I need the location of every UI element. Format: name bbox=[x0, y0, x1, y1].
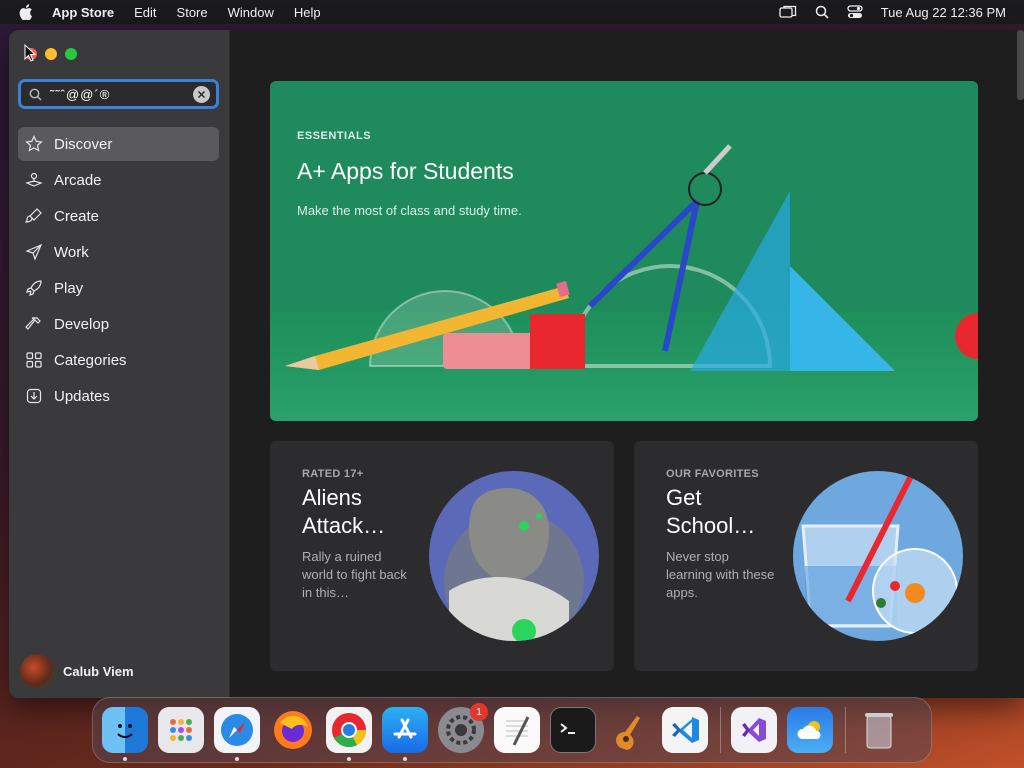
sidebar-item-categories[interactable]: Categories bbox=[18, 343, 219, 377]
joystick-icon bbox=[24, 170, 44, 190]
rocket-icon bbox=[24, 278, 44, 298]
sidebar-item-updates[interactable]: Updates bbox=[18, 379, 219, 413]
weather-icon[interactable] bbox=[787, 707, 833, 753]
dock: 1 bbox=[92, 697, 932, 763]
menu-clock[interactable]: Tue Aug 22 12:36 PM bbox=[881, 5, 1006, 20]
school-supplies-illustration bbox=[285, 144, 978, 371]
sidebar-item-label: Work bbox=[54, 243, 89, 261]
sidebar-item-develop[interactable]: Develop bbox=[18, 307, 219, 341]
finder-icon[interactable] bbox=[102, 707, 148, 761]
visual-studio-icon[interactable] bbox=[731, 707, 777, 753]
sidebar-item-create[interactable]: Create bbox=[18, 199, 219, 233]
close-icon bbox=[197, 90, 206, 98]
card-description: Rally a ruined world to fight back in th… bbox=[302, 549, 407, 600]
mouse-cursor-icon bbox=[24, 44, 36, 62]
search-field[interactable]: ˜˜ˆ@@´® bbox=[18, 79, 219, 109]
card-title: Aliens Attack… bbox=[302, 485, 386, 538]
notification-badge: 1 bbox=[470, 703, 488, 721]
sidebar: ˜˜ˆ@@´® Discover Arcade Create Work Play… bbox=[9, 30, 230, 698]
menu-store[interactable]: Store bbox=[177, 5, 208, 20]
apple-menu-icon[interactable] bbox=[18, 4, 34, 20]
spotlight-search-icon[interactable] bbox=[815, 5, 829, 19]
feature-card-school[interactable]: OUR FAVORITES Get School… Never stop lea… bbox=[634, 441, 978, 671]
hammer-icon bbox=[24, 314, 44, 334]
science-beaker-artwork bbox=[793, 471, 963, 641]
sidebar-item-label: Play bbox=[54, 279, 84, 297]
avatar bbox=[20, 654, 54, 688]
paintbrush-icon bbox=[24, 206, 44, 226]
grid-icon bbox=[24, 350, 44, 370]
menu-help[interactable]: Help bbox=[294, 5, 321, 20]
sidebar-item-label: Discover bbox=[54, 135, 113, 153]
sidebar-nav: Discover Arcade Create Work Play Develop bbox=[18, 127, 219, 415]
paperplane-icon bbox=[24, 242, 44, 262]
search-input[interactable]: ˜˜ˆ@@´® bbox=[50, 87, 193, 102]
system-settings-icon[interactable]: 1 bbox=[438, 703, 488, 753]
card-eyebrow: OUR FAVORITES bbox=[666, 468, 759, 480]
star-icon bbox=[24, 134, 44, 154]
running-indicator bbox=[235, 757, 239, 761]
aliens-game-artwork bbox=[429, 471, 599, 641]
menu-app-name[interactable]: App Store bbox=[52, 5, 114, 20]
safari-icon[interactable] bbox=[214, 707, 260, 761]
hero-eyebrow: ESSENTIALS bbox=[297, 130, 372, 142]
app-store-window: ˜˜ˆ@@´® Discover Arcade Create Work Play… bbox=[9, 30, 1024, 698]
menu-bar: App Store Edit Store Window Help Tue Aug… bbox=[0, 0, 1024, 24]
minimize-window-button[interactable] bbox=[45, 48, 57, 60]
zoom-window-button[interactable] bbox=[65, 48, 77, 60]
app-store-icon[interactable] bbox=[382, 707, 428, 761]
scrollbar[interactable] bbox=[1017, 30, 1024, 100]
sidebar-item-discover[interactable]: Discover bbox=[18, 127, 219, 161]
firefox-icon[interactable] bbox=[270, 707, 316, 753]
control-center-icon[interactable] bbox=[847, 5, 863, 19]
feature-card-aliens[interactable]: RATED 17+ Aliens Attack… Rally a ruined … bbox=[270, 441, 614, 671]
running-indicator bbox=[347, 757, 351, 761]
card-description: Never stop learning with these apps. bbox=[666, 549, 775, 600]
sidebar-item-label: Updates bbox=[54, 387, 110, 405]
sidebar-item-label: Arcade bbox=[54, 171, 102, 189]
dock-separator bbox=[720, 707, 721, 753]
hero-title: A+ Apps for Students bbox=[297, 158, 514, 184]
card-eyebrow: RATED 17+ bbox=[302, 468, 364, 480]
hero-banner[interactable]: ESSENTIALS A+ Apps for Students Make the… bbox=[270, 81, 978, 421]
sidebar-item-label: Create bbox=[54, 207, 100, 225]
menu-edit[interactable]: Edit bbox=[134, 5, 156, 20]
download-icon bbox=[24, 386, 44, 406]
running-indicator bbox=[123, 757, 127, 761]
sidebar-item-label: Categories bbox=[54, 351, 127, 369]
sidebar-item-play[interactable]: Play bbox=[18, 271, 219, 305]
dock-separator bbox=[845, 707, 846, 753]
sidebar-item-arcade[interactable]: Arcade bbox=[18, 163, 219, 197]
sidebar-item-work[interactable]: Work bbox=[18, 235, 219, 269]
card-title: Get School… bbox=[666, 485, 756, 538]
running-indicator bbox=[403, 757, 407, 761]
terminal-icon[interactable] bbox=[550, 707, 596, 753]
user-account[interactable]: Calub Viem bbox=[20, 654, 134, 688]
chrome-icon[interactable] bbox=[326, 707, 372, 761]
launchpad-icon[interactable] bbox=[158, 707, 204, 753]
screen-mirroring-icon[interactable] bbox=[779, 5, 797, 19]
vscode-icon[interactable] bbox=[662, 707, 708, 753]
search-icon bbox=[29, 88, 42, 101]
hero-subtitle: Make the most of class and study time. bbox=[297, 203, 522, 218]
trash-icon[interactable] bbox=[856, 707, 902, 753]
textedit-icon[interactable] bbox=[494, 707, 540, 753]
menu-window[interactable]: Window bbox=[228, 5, 274, 20]
main-content: ESSENTIALS A+ Apps for Students Make the… bbox=[230, 30, 1024, 698]
sidebar-item-label: Develop bbox=[54, 315, 110, 333]
user-name: Calub Viem bbox=[63, 663, 134, 679]
clear-search-button[interactable] bbox=[193, 85, 210, 103]
garageband-icon[interactable] bbox=[606, 707, 652, 753]
